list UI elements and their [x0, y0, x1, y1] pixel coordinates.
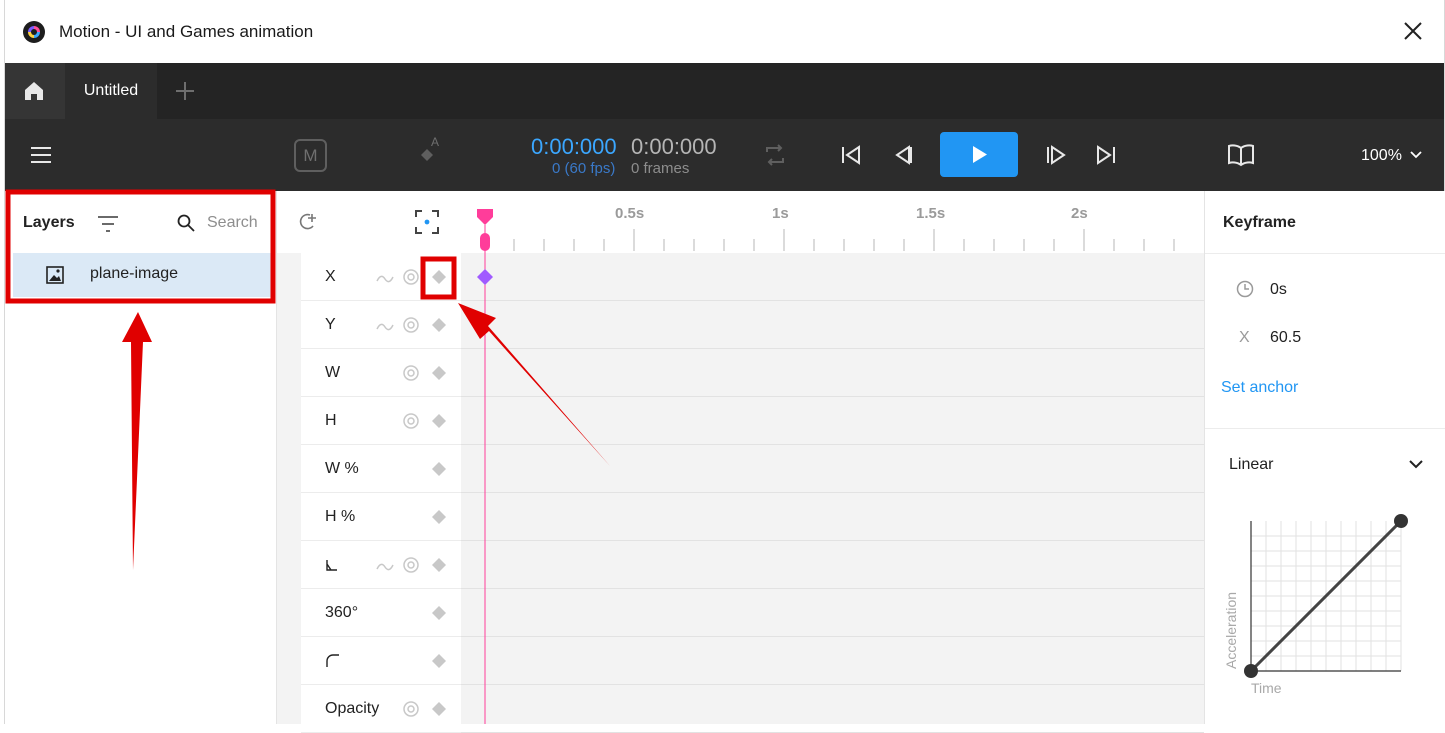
divider [1205, 253, 1445, 254]
easing-dropdown[interactable]: Linear [1229, 456, 1273, 474]
add-tab-icon[interactable] [173, 79, 197, 103]
menu-icon[interactable] [29, 143, 53, 167]
play-icon [973, 146, 987, 163]
total-time: 0:00:000 [631, 134, 717, 159]
keyframe-title: Keyframe [1223, 214, 1296, 231]
clock-icon [1236, 280, 1254, 298]
easing-graph [1244, 514, 1408, 678]
fps-readout: 0 (60 fps) [552, 160, 616, 177]
step-back-icon[interactable] [891, 143, 915, 167]
timeline-ruler[interactable] [277, 191, 1204, 253]
timeline-panel: 0.5s 1s 1.5s 2s X Y W H W % H % 360° Opa… [277, 191, 1204, 733]
layer-item[interactable]: plane-image [13, 253, 274, 297]
step-forward-icon[interactable] [1044, 143, 1068, 167]
property-controls [376, 269, 446, 717]
filter-icon[interactable] [97, 215, 119, 233]
layer-search-input[interactable]: Search [207, 214, 258, 232]
track-row[interactable] [461, 445, 1204, 493]
keyframe-panel: Keyframe 0s X 60.5 Set anchor Linear Acc… [1204, 191, 1445, 724]
toolbar: M A 0:00:000 0:00:000 0 (60 fps) 0 frame… [5, 119, 1444, 191]
zoom-dropdown[interactable]: 100% [1361, 147, 1423, 165]
auto-keyframe-label: A [431, 135, 440, 149]
track-row[interactable] [461, 349, 1204, 397]
frames-readout: 0 frames [631, 160, 690, 177]
app-logo-icon [23, 21, 45, 43]
chevron-down-icon[interactable] [1409, 459, 1423, 469]
app-window: Motion - UI and Games animation Untitled… [4, 0, 1445, 733]
tab-bar: Untitled [5, 63, 1444, 119]
home-button[interactable] [5, 63, 65, 119]
current-time: 0:00:000 [531, 134, 617, 159]
track-row[interactable] [461, 685, 1204, 733]
track-row[interactable] [461, 589, 1204, 637]
timeline-header: 0.5s 1s 1.5s 2s [277, 191, 1204, 253]
graph-y-label: Acceleration [1223, 591, 1239, 669]
book-icon[interactable] [1227, 142, 1255, 168]
keyframe-x-value[interactable]: 60.5 [1270, 329, 1301, 347]
graph-x-label: Time [1251, 680, 1282, 696]
set-anchor-link[interactable]: Set anchor [1221, 379, 1298, 397]
home-icon [25, 82, 43, 100]
loop-icon[interactable] [761, 141, 789, 169]
track-row[interactable] [461, 253, 1204, 301]
track-row[interactable] [461, 397, 1204, 445]
keyframe-time-value[interactable]: 0s [1270, 281, 1287, 299]
skip-to-end-icon[interactable] [1094, 143, 1118, 167]
keyframe-marker[interactable] [475, 267, 495, 287]
divider [1205, 428, 1445, 429]
window-title: Motion - UI and Games animation [59, 22, 314, 41]
tab-untitled[interactable]: Untitled [65, 63, 157, 119]
layers-title: Layers [23, 214, 75, 231]
track-row[interactable] [461, 301, 1204, 349]
motion-mode-button[interactable]: M [294, 139, 327, 172]
skip-to-start-icon[interactable] [839, 143, 863, 167]
layers-panel: Layers Search plane-image [5, 191, 277, 724]
play-button[interactable] [940, 132, 1018, 177]
track-row[interactable] [461, 541, 1204, 589]
zoom-label: 100% [1361, 147, 1402, 164]
layer-name: plane-image [90, 265, 179, 282]
title-bar: Motion - UI and Games animation [5, 0, 1444, 63]
close-icon[interactable] [1402, 20, 1424, 42]
track-row[interactable] [461, 493, 1204, 541]
track-row[interactable] [461, 637, 1204, 685]
chevron-down-icon [1410, 151, 1423, 159]
image-icon [46, 266, 64, 284]
search-icon[interactable] [177, 214, 195, 232]
keyframe-x-label: X [1239, 329, 1250, 346]
